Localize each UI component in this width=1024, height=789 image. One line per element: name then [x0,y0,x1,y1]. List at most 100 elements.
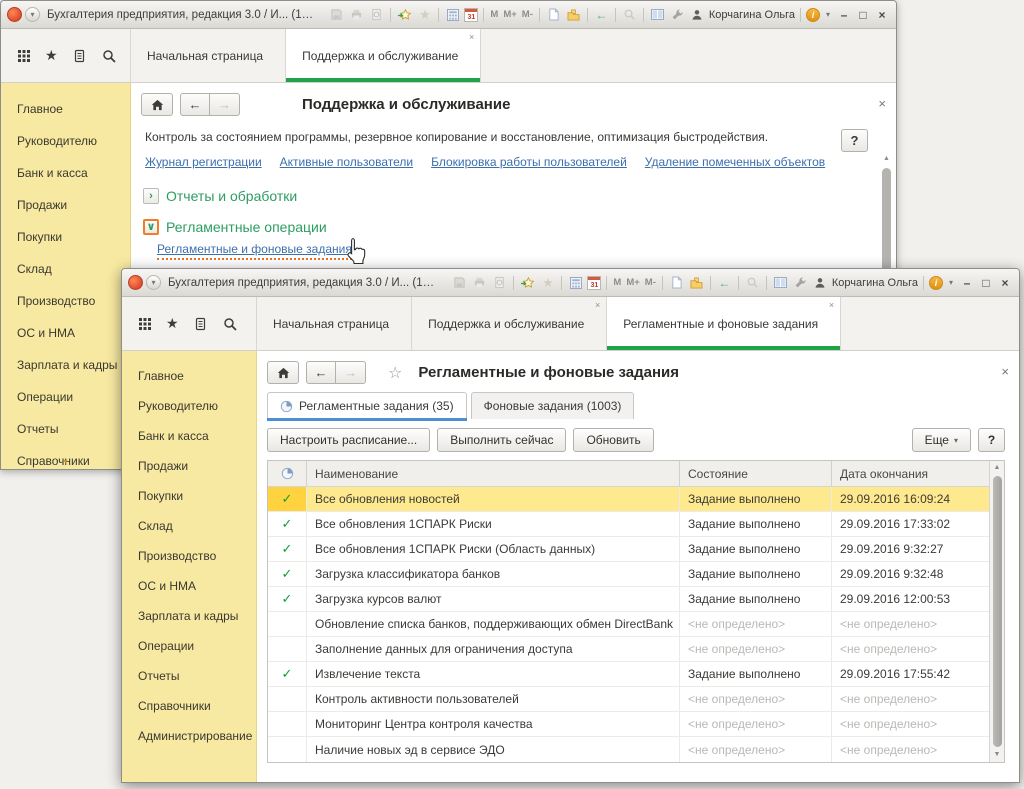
scroll-up-icon[interactable]: ▲ [881,155,892,162]
minimize-button[interactable]: – [836,8,852,22]
close-button[interactable]: × [997,276,1013,290]
toolbar-button[interactable]: Настроить расписание... [267,428,430,452]
home-button[interactable] [141,93,173,116]
page-tab[interactable]: Начальная страница × [131,29,286,82]
sidebar-item[interactable]: Склад [1,253,130,285]
favorites-icon[interactable]: ★ [539,274,556,291]
sidebar-item[interactable]: Отчеты [122,661,256,691]
sidebar-item[interactable]: Производство [122,541,256,571]
home-button[interactable] [267,361,299,384]
page-tab[interactable]: Начальная страница × [257,297,412,350]
save-icon[interactable] [451,274,468,291]
maximize-button[interactable]: □ [978,276,994,290]
close-page-icon[interactable]: × [1001,365,1009,378]
window-titlebar[interactable]: ▾ Бухгалтерия предприятия, редакция 3.0 … [122,269,1019,297]
sidebar-item[interactable]: Банк и касса [1,157,130,189]
sidebar-item[interactable]: Производство [1,285,130,317]
current-user-name[interactable]: Корчагина Ольга [832,277,918,289]
command-link[interactable]: Журнал регистрации [145,155,262,169]
window-titlebar[interactable]: ▾ Бухгалтерия предприятия, редакция 3.0 … [1,1,896,29]
preview-icon[interactable] [368,6,385,23]
sidebar-item[interactable]: ОС и НМА [1,317,130,349]
toolbar-button[interactable]: Выполнить сейчас [437,428,566,452]
page-tab[interactable]: Регламентные и фоновые задания × [607,297,841,350]
command-link[interactable]: Удаление помеченных объектов [645,155,825,169]
scroll-down-icon[interactable]: ▼ [994,748,1001,762]
memory-subtract-button[interactable]: M- [644,277,657,288]
minimize-button[interactable]: – [959,276,975,290]
state-column-header[interactable]: Состояние [679,461,831,486]
name-column-header[interactable]: Наименование [306,461,679,486]
sidebar-item[interactable]: Администрирование [122,721,256,751]
sidebar-more-icon[interactable]: ▾ [1,457,130,466]
history-icon[interactable] [71,47,88,64]
menu-grid-icon[interactable] [15,47,32,64]
scroll-up-icon[interactable]: ▲ [994,461,1001,475]
undo-icon[interactable]: ← [593,6,610,23]
jobs-tab[interactable]: Регламентные задания (35) [267,392,467,419]
search-icon[interactable] [621,6,638,23]
undo-icon[interactable]: ← [716,274,733,291]
section-label[interactable]: Регламентные операции [166,219,327,235]
job-row[interactable]: ✓ Заполнение данных для ограничения дост… [268,637,989,662]
section-label[interactable]: Отчеты и обработки [166,188,297,204]
close-button[interactable]: × [874,8,890,22]
date-column-header[interactable]: Дата окончания [831,461,989,486]
memory-store-button[interactable]: M [489,9,499,20]
new-document-icon[interactable] [668,274,685,291]
search-icon[interactable] [744,274,761,291]
sidebar-item[interactable]: ОС и НМА [122,571,256,601]
app-logo-icon[interactable] [128,275,143,290]
sidebar-item[interactable]: Руководителю [122,391,256,421]
sidebar-item[interactable]: Отчеты [1,413,130,445]
info-dropdown-icon[interactable]: ▾ [823,6,833,23]
favorites-icon[interactable]: ★ [416,6,433,23]
add-favorite-icon[interactable] [396,6,413,23]
more-button[interactable]: Еще▾ [912,428,971,452]
app-logo-icon[interactable] [7,7,22,22]
back-button[interactable]: ← [306,361,336,384]
sidebar-item[interactable]: Справочники [122,691,256,721]
favorite-star-icon[interactable]: ☆ [388,363,402,383]
help-button[interactable]: ? [841,129,868,152]
close-tab-icon[interactable]: × [829,301,834,310]
favorites-panel-icon[interactable]: ★ [45,47,58,64]
split-view-icon[interactable] [649,6,666,23]
calendar-icon[interactable]: 31 [587,276,601,290]
info-dropdown-icon[interactable]: ▾ [946,274,956,291]
info-icon[interactable]: i [806,8,820,22]
section-toggle-icon[interactable]: › ∨ [143,219,159,235]
add-favorite-icon[interactable] [519,274,536,291]
sidebar-item[interactable]: Покупки [122,481,256,511]
calendar-icon[interactable]: 31 [464,8,478,22]
memory-store-button[interactable]: M [612,277,622,288]
scrollbar-thumb[interactable] [993,476,1002,747]
help-button[interactable]: ? [978,428,1005,452]
service-settings-icon[interactable] [792,274,809,291]
job-row[interactable]: ✓ Наличие новых эд в сервисе ЭДО <не опр… [268,737,989,762]
sidebar-item[interactable]: Главное [1,93,130,125]
calculator-icon[interactable] [444,6,461,23]
job-row[interactable]: ✓ Мониторинг Центра контроля качества <н… [268,712,989,737]
current-user-name[interactable]: Корчагина Ольга [709,9,795,21]
menu-grid-icon[interactable] [136,315,153,332]
job-row[interactable]: ✓ Контроль активности пользователей <не … [268,687,989,712]
job-row[interactable]: ✓ Все обновления 1СПАРК Риски Задание вы… [268,512,989,537]
section-header[interactable]: › ∨ Регламентные операции [143,219,896,235]
maximize-button[interactable]: □ [855,8,871,22]
toolbar-button[interactable]: Обновить [573,428,653,452]
forward-button[interactable]: → [336,361,366,384]
sidebar-item[interactable]: Главное [122,361,256,391]
new-document-icon[interactable] [545,6,562,23]
save-icon[interactable] [328,6,345,23]
sidebar-item[interactable]: Склад [122,511,256,541]
sidebar-item[interactable]: Операции [122,631,256,661]
sidebar-item[interactable]: Операции [1,381,130,413]
page-tab[interactable]: Поддержка и обслуживание × [412,297,607,350]
table-scrollbar[interactable]: ▲ ▼ [989,461,1004,762]
memory-add-button[interactable]: M+ [502,9,517,20]
command-link[interactable]: Блокировка работы пользователей [431,155,627,169]
section-header[interactable]: › ∨ Отчеты и обработки [143,188,896,204]
print-icon[interactable] [471,274,488,291]
sidebar-item[interactable]: Покупки [1,221,130,253]
